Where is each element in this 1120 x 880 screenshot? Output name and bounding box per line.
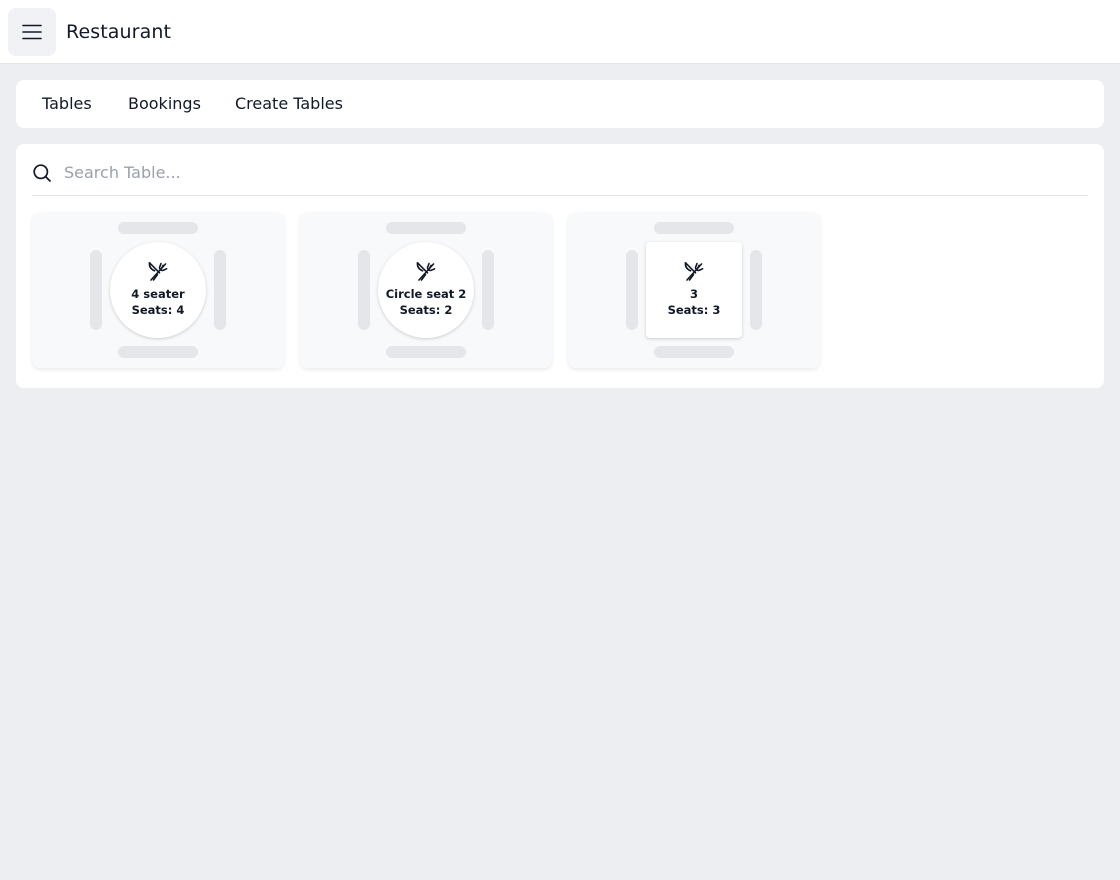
tab-bookings[interactable]: Bookings bbox=[128, 94, 201, 114]
chair-bottom bbox=[386, 346, 466, 358]
search-bar bbox=[32, 154, 1088, 196]
table-card-circle-seat-2[interactable]: Circle seat 2 Seats: 2 bbox=[300, 212, 552, 368]
table-name: Circle seat 2 bbox=[385, 287, 467, 301]
table-name: 4 seater bbox=[131, 287, 185, 301]
hamburger-icon bbox=[22, 24, 42, 40]
menu-button[interactable] bbox=[8, 8, 56, 56]
chair-right bbox=[214, 250, 226, 330]
app-title: Restaurant bbox=[66, 21, 172, 43]
chair-top bbox=[386, 222, 466, 234]
chair-bottom bbox=[654, 346, 734, 358]
table-top: 3 Seats: 3 bbox=[646, 242, 742, 338]
table-card-4-seater[interactable]: 4 seater Seats: 4 bbox=[32, 212, 284, 368]
fork-knife-icon bbox=[148, 262, 168, 281]
table-top: Circle seat 2 Seats: 2 bbox=[378, 242, 474, 338]
chair-left bbox=[358, 250, 370, 330]
chair-right bbox=[750, 250, 762, 330]
chair-bottom bbox=[118, 346, 198, 358]
table-top: 4 seater Seats: 4 bbox=[110, 242, 206, 338]
chair-right bbox=[482, 250, 494, 330]
chair-top bbox=[118, 222, 198, 234]
table-seats: Seats: 2 bbox=[399, 303, 453, 317]
search-icon bbox=[33, 164, 51, 182]
table-seats: Seats: 3 bbox=[667, 303, 721, 317]
table-card-3[interactable]: 3 Seats: 3 bbox=[568, 212, 820, 368]
table-seats: Seats: 4 bbox=[131, 303, 185, 317]
fork-knife-icon bbox=[684, 262, 704, 281]
top-bar: Restaurant bbox=[0, 0, 1120, 64]
table-name: 3 bbox=[689, 287, 698, 301]
nav-bar: Tables Bookings Create Tables bbox=[16, 80, 1104, 128]
search-input[interactable] bbox=[64, 158, 1064, 186]
tab-create-tables[interactable]: Create Tables bbox=[235, 94, 343, 114]
chair-left bbox=[626, 250, 638, 330]
chair-top bbox=[654, 222, 734, 234]
tab-tables[interactable]: Tables bbox=[42, 94, 92, 114]
tables-panel: 4 seater Seats: 4 Circle seat 2 Seats: 2 bbox=[16, 144, 1104, 388]
fork-knife-icon bbox=[416, 262, 436, 281]
chair-left bbox=[90, 250, 102, 330]
